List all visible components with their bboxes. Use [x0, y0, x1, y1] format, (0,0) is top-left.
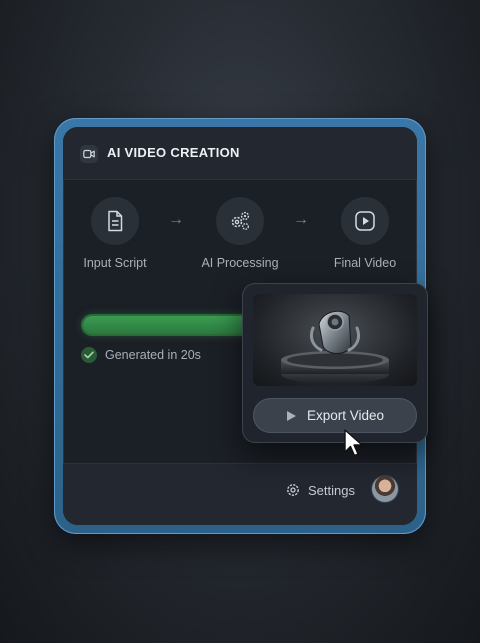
step-label: Input Script — [83, 256, 147, 270]
settings-label: Settings — [308, 482, 355, 498]
play-icon — [341, 197, 389, 245]
settings-button[interactable]: Settings — [285, 482, 355, 498]
mouse-cursor-icon — [344, 429, 363, 457]
step-input-script[interactable]: Input Script — [65, 197, 165, 270]
export-video-button[interactable]: Export Video — [253, 398, 417, 433]
status-text: Generated in 20s — [105, 348, 201, 362]
document-icon — [91, 197, 139, 245]
step-label: Final Video — [333, 256, 397, 270]
arrow-right-icon: → — [293, 211, 309, 228]
check-circle-icon — [81, 347, 97, 363]
gear-icon — [287, 484, 299, 496]
device-render-image — [281, 310, 389, 384]
play-triangle-icon — [286, 410, 296, 421]
avatar[interactable] — [372, 476, 398, 502]
step-final-video[interactable]: Final Video — [315, 197, 415, 270]
panel-footer: Settings — [63, 463, 417, 525]
status-line: Generated in 20s — [81, 347, 201, 363]
export-video-label: Export Video — [306, 408, 385, 423]
step-label: AI Processing — [201, 256, 279, 270]
step-ai-processing[interactable]: AI Processing — [190, 197, 290, 270]
gears-icon — [216, 197, 264, 245]
video-camera-icon — [80, 145, 98, 163]
export-popup: Export Video — [243, 284, 427, 442]
page-title: AI VIDEO CREATION — [107, 145, 240, 160]
panel-header: AI VIDEO CREATION — [63, 127, 417, 180]
video-thumbnail[interactable] — [253, 294, 417, 386]
arrow-right-icon: → — [168, 211, 184, 228]
